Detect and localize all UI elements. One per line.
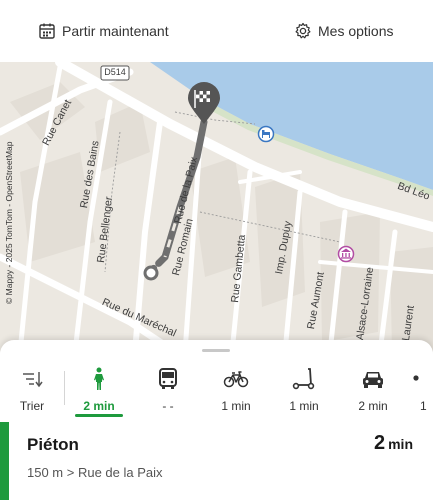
- more-mode-icon: [405, 366, 421, 392]
- mode-car-duration: 2 min: [358, 399, 388, 413]
- mode-scooter-button[interactable]: 1 min: [274, 366, 334, 418]
- leave-now-label: Partir maintenant: [62, 23, 169, 39]
- mode-walk-duration: 2 min: [83, 399, 115, 413]
- bus-icon: [158, 366, 178, 392]
- route-detail: 150 m > Rue de la Paix: [27, 465, 163, 480]
- route-mode-name: Piéton: [27, 435, 79, 454]
- gear-icon: [294, 22, 312, 40]
- route-accent-bar: [0, 422, 9, 500]
- transport-mode-bar: Trier 2 min - - 1 min 1 min 2 min 1: [0, 366, 433, 418]
- active-mode-indicator: [75, 414, 123, 417]
- road-badge-label: D514: [104, 67, 126, 77]
- map-attribution: © Mappy - 2025 TomTom - OpenStreetMap: [4, 141, 14, 304]
- mode-bus-duration: - -: [162, 399, 174, 413]
- mode-more-duration: 1: [420, 399, 427, 413]
- mode-car-button[interactable]: 2 min: [343, 366, 403, 418]
- map-view[interactable]: D514 Rue Canet Rue des Bains Rue Belleng…: [0, 62, 433, 352]
- mode-bike-button[interactable]: 1 min: [206, 366, 266, 418]
- mode-bar-divider: [64, 371, 65, 405]
- route-result-card[interactable]: Piéton 2 min 150 m > Rue de la Paix: [0, 422, 433, 500]
- leave-now-button[interactable]: Partir maintenant: [38, 0, 169, 62]
- bicycle-icon: [223, 366, 249, 392]
- route-duration-value: 2: [373, 432, 386, 454]
- hotel-poi-icon[interactable]: [257, 125, 275, 143]
- sort-label: Trier: [19, 399, 45, 413]
- start-point-marker: [143, 265, 159, 281]
- mode-scooter-duration: 1 min: [289, 399, 319, 413]
- my-options-button[interactable]: Mes options: [294, 0, 393, 62]
- top-bar: Partir maintenant Mes options: [0, 0, 433, 62]
- route-duration-unit: min: [388, 436, 413, 452]
- sort-icon: [20, 366, 44, 392]
- sheet-drag-handle[interactable]: [202, 349, 230, 352]
- mode-walk-button[interactable]: 2 min: [69, 366, 129, 418]
- route-duration: 2 min: [374, 432, 413, 455]
- calendar-icon: [38, 22, 56, 40]
- itinerary-sheet: Trier 2 min - - 1 min 1 min 2 min 1 Piét…: [0, 340, 433, 500]
- walking-person-icon: [92, 366, 106, 392]
- sort-button[interactable]: Trier: [2, 366, 62, 418]
- car-icon: [361, 366, 385, 392]
- mode-more-button[interactable]: 1: [405, 366, 433, 418]
- mode-bus-button[interactable]: - -: [138, 366, 198, 418]
- my-options-label: Mes options: [318, 23, 394, 39]
- mode-bike-duration: 1 min: [221, 399, 251, 413]
- kick-scooter-icon: [291, 366, 317, 392]
- museum-poi-icon[interactable]: [337, 245, 355, 263]
